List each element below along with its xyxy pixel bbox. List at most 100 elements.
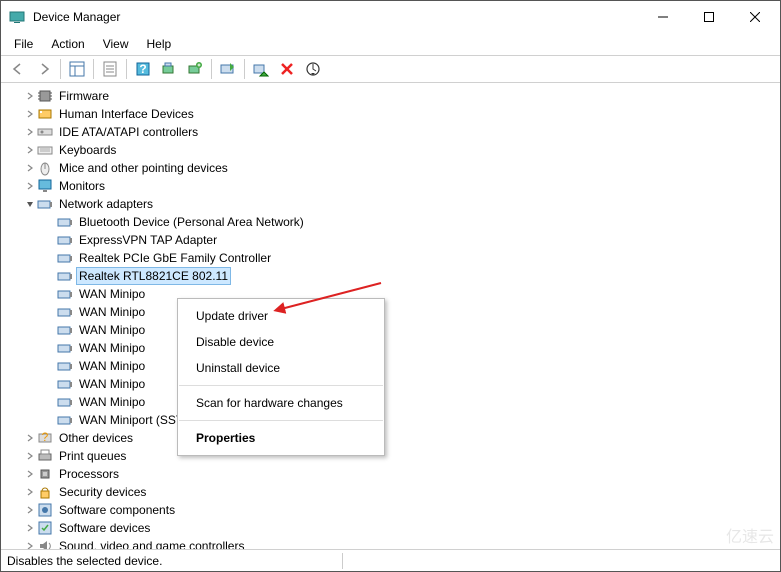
add-legacy-hardware-button[interactable] <box>183 57 207 81</box>
menubar: File Action View Help <box>1 33 780 55</box>
disable-device-button[interactable] <box>249 57 273 81</box>
forward-button[interactable] <box>32 57 56 81</box>
category-icon <box>37 520 53 536</box>
tree-device[interactable]: ExpressVPN TAP Adapter <box>9 231 780 249</box>
tree-category[interactable]: Human Interface Devices <box>9 105 780 123</box>
tree-device[interactable]: WAN Minipo <box>9 375 780 393</box>
tree-category[interactable]: Security devices <box>9 483 780 501</box>
tree-device[interactable]: WAN Minipo <box>9 321 780 339</box>
chevron-right-icon[interactable] <box>23 125 37 139</box>
device-tree[interactable]: FirmwareHuman Interface Devices IDE ATA/A… <box>1 83 780 549</box>
toolbar-separator <box>244 59 245 79</box>
category-label: Print queues <box>57 448 128 464</box>
chevron-down-icon[interactable] <box>23 197 37 211</box>
category-label: IDE ATA/ATAPI controllers <box>57 124 200 140</box>
toolbar-separator <box>211 59 212 79</box>
minimize-button[interactable] <box>640 1 686 33</box>
category-label: Processors <box>57 466 121 482</box>
chevron-right-icon[interactable] <box>23 179 37 193</box>
chevron-right-icon[interactable] <box>23 107 37 121</box>
device-label: Realtek PCIe GbE Family Controller <box>77 250 273 266</box>
chevron-right-icon[interactable] <box>23 431 37 445</box>
device-manager-window: Device Manager File Action View Help ? <box>0 0 781 572</box>
tree-device[interactable]: WAN Minipo <box>9 357 780 375</box>
close-button[interactable] <box>732 1 778 33</box>
tree-category[interactable]: Monitors <box>9 177 780 195</box>
back-button[interactable] <box>6 57 30 81</box>
context-menu-item[interactable]: Uninstall device <box>178 355 384 381</box>
network-adapter-icon <box>57 322 73 338</box>
context-menu: Update driverDisable deviceUninstall dev… <box>177 298 385 456</box>
tree-category[interactable]: Print queues <box>9 447 780 465</box>
properties-button[interactable] <box>98 57 122 81</box>
tree-device[interactable]: WAN Minipo <box>9 303 780 321</box>
toolbar-separator <box>93 59 94 79</box>
tree-device[interactable]: WAN Miniport (SSTP) <box>9 411 780 429</box>
category-icon <box>37 448 53 464</box>
chevron-right-icon[interactable] <box>23 467 37 481</box>
network-adapter-icon <box>57 412 73 428</box>
network-adapter-icon <box>57 358 73 374</box>
tree-category[interactable]: Software devices <box>9 519 780 537</box>
tree-category[interactable]: Keyboards <box>9 141 780 159</box>
tree-device[interactable]: Realtek PCIe GbE Family Controller <box>9 249 780 267</box>
chevron-right-icon[interactable] <box>23 449 37 463</box>
tree-category[interactable]: ?Other devices <box>9 429 780 447</box>
device-label: Realtek RTL8821CE 802.11 <box>77 268 230 284</box>
help-button[interactable]: ? <box>131 57 155 81</box>
tree-category-network-adapters[interactable]: Network adapters <box>9 195 780 213</box>
network-adapter-icon <box>57 232 73 248</box>
context-menu-item[interactable]: Update driver <box>178 303 384 329</box>
chevron-right-icon[interactable] <box>23 503 37 517</box>
context-menu-separator <box>179 420 383 421</box>
category-label: Security devices <box>57 484 148 500</box>
scan-changes-button[interactable] <box>301 57 325 81</box>
menu-help[interactable]: Help <box>138 35 181 53</box>
svg-text:?: ? <box>42 430 49 444</box>
tree-device[interactable]: WAN Minipo <box>9 285 780 303</box>
network-adapter-icon <box>57 286 73 302</box>
device-label: Bluetooth Device (Personal Area Network) <box>77 214 306 230</box>
category-label: Mice and other pointing devices <box>57 160 230 176</box>
category-label: Human Interface Devices <box>57 106 196 122</box>
maximize-button[interactable] <box>686 1 732 33</box>
show-hide-console-button[interactable] <box>65 57 89 81</box>
update-driver-button[interactable] <box>216 57 240 81</box>
context-menu-item[interactable]: Scan for hardware changes <box>178 390 384 416</box>
chevron-right-icon[interactable] <box>23 539 37 549</box>
chevron-right-icon[interactable] <box>23 143 37 157</box>
tree-device[interactable]: WAN Minipo <box>9 339 780 357</box>
menu-file[interactable]: File <box>5 35 42 53</box>
context-menu-item[interactable]: Properties <box>178 425 384 451</box>
tree-category[interactable]: IDE ATA/ATAPI controllers <box>9 123 780 141</box>
tree-category[interactable]: Processors <box>9 465 780 483</box>
category-icon <box>37 124 53 140</box>
menu-view[interactable]: View <box>94 35 138 53</box>
tree-category[interactable]: Mice and other pointing devices <box>9 159 780 177</box>
category-icon <box>37 88 53 104</box>
tree-device[interactable]: Realtek RTL8821CE 802.11 <box>9 267 780 285</box>
chevron-right-icon[interactable] <box>23 485 37 499</box>
category-icon <box>37 538 53 549</box>
network-adapter-icon <box>57 250 73 266</box>
network-adapter-icon <box>57 268 73 284</box>
tree-category[interactable]: Firmware <box>9 87 780 105</box>
tree-category[interactable]: Software components <box>9 501 780 519</box>
category-icon <box>37 466 53 482</box>
network-adapter-icon <box>57 394 73 410</box>
watermark: 亿速云 <box>726 523 774 547</box>
device-label: WAN Minipo <box>77 304 147 320</box>
chevron-right-icon[interactable] <box>23 521 37 535</box>
chevron-right-icon[interactable] <box>23 89 37 103</box>
menu-action[interactable]: Action <box>42 35 93 53</box>
category-label: Network adapters <box>57 196 155 212</box>
tree-device[interactable]: Bluetooth Device (Personal Area Network) <box>9 213 780 231</box>
device-label: WAN Minipo <box>77 358 147 374</box>
context-menu-item[interactable]: Disable device <box>178 329 384 355</box>
tree-device[interactable]: WAN Minipo <box>9 393 780 411</box>
uninstall-device-button[interactable] <box>275 57 299 81</box>
chevron-right-icon[interactable] <box>23 161 37 175</box>
scan-hardware-button[interactable] <box>157 57 181 81</box>
svg-text:?: ? <box>139 62 146 76</box>
tree-category[interactable]: Sound, video and game controllers <box>9 537 780 549</box>
